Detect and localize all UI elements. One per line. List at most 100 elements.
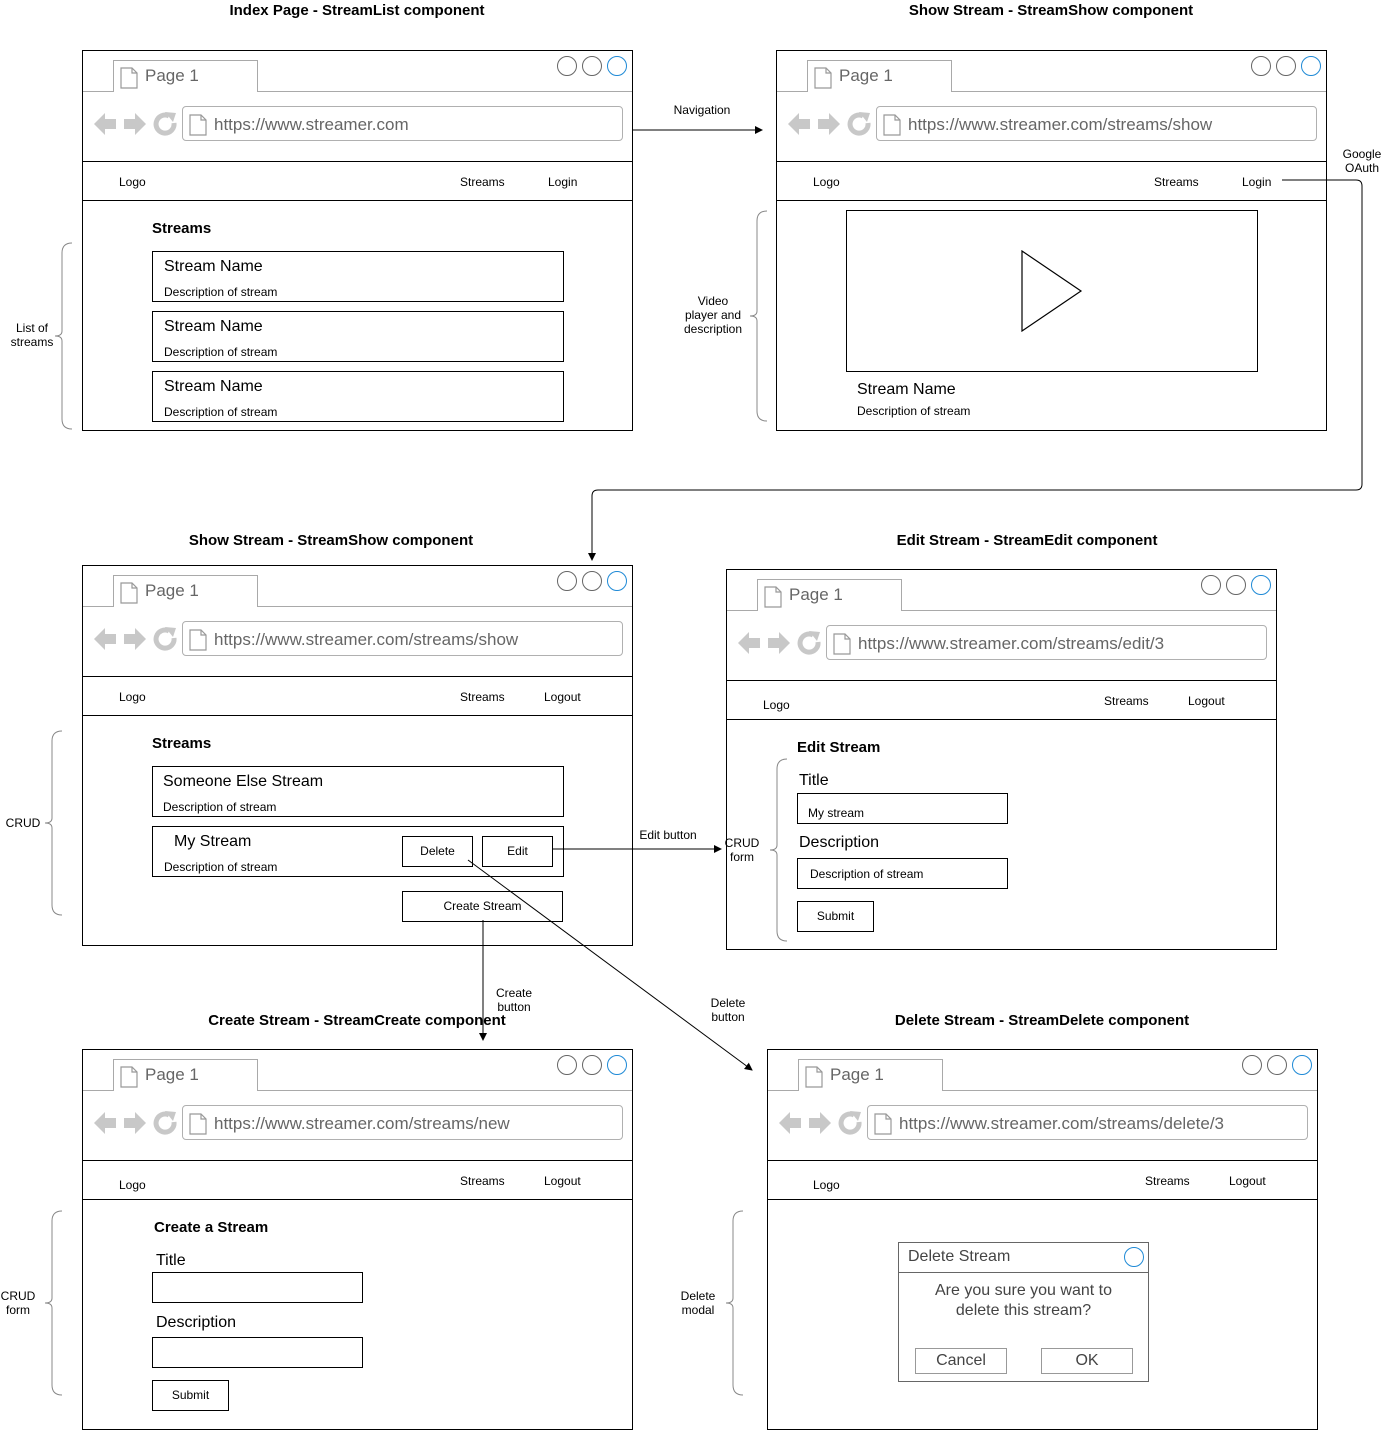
url-text: https://www.streamer.com/streams/delete/… <box>899 1114 1225 1133</box>
logo[interactable]: Logo <box>119 690 146 704</box>
edit-button-label: Edit button <box>639 828 697 842</box>
edit-button[interactable]: Edit <box>482 836 553 867</box>
stream-list-item[interactable]: Stream Name Description of stream <box>152 251 564 302</box>
play-icon[interactable] <box>1021 250 1083 332</box>
nav-login-link[interactable]: Login <box>1242 175 1271 189</box>
refresh-icon[interactable] <box>153 1111 177 1135</box>
close-icon[interactable] <box>607 571 627 591</box>
forward-arrow-icon[interactable] <box>768 632 790 654</box>
stream-description: Description of stream <box>164 860 278 874</box>
address-bar[interactable]: https://www.streamer.com/streams/show <box>182 621 623 656</box>
close-icon[interactable] <box>607 1055 627 1075</box>
nav-login-link[interactable]: Login <box>548 175 577 189</box>
back-arrow-icon[interactable] <box>788 113 810 135</box>
close-icon[interactable] <box>607 56 627 76</box>
logo[interactable]: Logo <box>119 1178 146 1192</box>
index-browser-window: Page 1 https://www.streamer.com Logo Str… <box>82 50 633 431</box>
back-arrow-icon[interactable] <box>738 632 760 654</box>
nav-logout-link[interactable]: Logout <box>544 690 581 704</box>
browser-tab[interactable]: Page 1 <box>113 1059 258 1091</box>
close-icon[interactable] <box>1301 56 1321 76</box>
forward-arrow-icon[interactable] <box>124 628 146 650</box>
nav-logout-link[interactable]: Logout <box>1188 694 1225 708</box>
minimize-icon[interactable] <box>1242 1055 1262 1075</box>
browser-tab[interactable]: Page 1 <box>113 575 258 607</box>
nav-streams-link[interactable]: Streams <box>1104 694 1149 708</box>
modal-close-icon[interactable] <box>1124 1247 1144 1267</box>
maximize-icon[interactable] <box>582 1055 602 1075</box>
tab-label: Page 1 <box>839 66 893 85</box>
maximize-icon[interactable] <box>1226 575 1246 595</box>
nav-streams-link[interactable]: Streams <box>1154 175 1199 189</box>
address-bar[interactable]: https://www.streamer.com/streams/delete/… <box>867 1105 1308 1140</box>
page-icon <box>814 67 832 89</box>
browser-tab[interactable]: Page 1 <box>798 1059 943 1091</box>
stream-list-item[interactable]: Someone Else Stream Description of strea… <box>152 766 564 817</box>
logo[interactable]: Logo <box>813 1178 840 1192</box>
title-input[interactable] <box>152 1272 363 1303</box>
page-icon <box>120 582 138 604</box>
minimize-icon[interactable] <box>557 1055 577 1075</box>
show-stream-title: Show Stream - StreamShow component <box>908 2 1194 19</box>
back-arrow-icon[interactable] <box>94 628 116 650</box>
nav-logout-link[interactable]: Logout <box>544 1174 581 1188</box>
close-icon[interactable] <box>1251 575 1271 595</box>
logo[interactable]: Logo <box>763 698 790 712</box>
logo[interactable]: Logo <box>813 175 840 189</box>
stream-list-item[interactable]: Stream Name Description of stream <box>152 311 564 362</box>
nav-streams-link[interactable]: Streams <box>460 690 505 704</box>
delete-button[interactable]: Delete <box>402 836 473 867</box>
address-bar[interactable]: https://www.streamer.com/streams/new <box>182 1105 623 1140</box>
logo[interactable]: Logo <box>119 175 146 189</box>
forward-arrow-icon[interactable] <box>124 1112 146 1134</box>
nav-logout-link[interactable]: Logout <box>1229 1174 1266 1188</box>
refresh-icon[interactable] <box>847 112 871 136</box>
back-arrow-icon[interactable] <box>779 1112 801 1134</box>
streams-heading: Streams <box>152 735 212 752</box>
title-input[interactable]: My stream <box>797 793 1008 824</box>
stream-description: Description of stream <box>164 345 278 359</box>
close-icon[interactable] <box>1292 1055 1312 1075</box>
nav-streams-link[interactable]: Streams <box>460 175 505 189</box>
nav-streams-link[interactable]: Streams <box>1145 1174 1190 1188</box>
submit-button[interactable]: Submit <box>152 1380 229 1411</box>
ok-button[interactable]: OK <box>1041 1348 1133 1374</box>
description-label: Description <box>799 834 880 851</box>
browser-tab[interactable]: Page 1 <box>807 60 952 92</box>
refresh-icon[interactable] <box>153 627 177 651</box>
forward-arrow-icon[interactable] <box>809 1112 831 1134</box>
maximize-icon[interactable] <box>1276 56 1296 76</box>
address-bar[interactable]: https://www.streamer.com/streams/show <box>876 106 1317 141</box>
maximize-icon[interactable] <box>582 571 602 591</box>
cancel-button[interactable]: Cancel <box>915 1348 1007 1374</box>
address-bar[interactable]: https://www.streamer.com <box>182 106 623 141</box>
description-input[interactable]: Description of stream <box>797 858 1008 889</box>
page-icon <box>120 1066 138 1088</box>
modal-message: Are you sure you want to delete this str… <box>899 1281 1148 1321</box>
minimize-icon[interactable] <box>557 571 577 591</box>
modal-message-line1: Are you sure you want to <box>935 1282 1112 1299</box>
create-stream-button[interactable]: Create Stream <box>402 891 563 922</box>
browser-tab[interactable]: Page 1 <box>113 60 258 92</box>
show-stream-auth-title: Show Stream - StreamShow component <box>188 532 474 549</box>
forward-arrow-icon[interactable] <box>818 113 840 135</box>
nav-streams-link[interactable]: Streams <box>460 1174 505 1188</box>
back-arrow-icon[interactable] <box>94 1112 116 1134</box>
maximize-icon[interactable] <box>1267 1055 1287 1075</box>
browser-tab[interactable]: Page 1 <box>757 579 902 611</box>
description-input[interactable] <box>152 1337 363 1368</box>
minimize-icon[interactable] <box>1251 56 1271 76</box>
refresh-icon[interactable] <box>838 1111 862 1135</box>
submit-button[interactable]: Submit <box>797 901 874 932</box>
video-player[interactable] <box>846 210 1258 372</box>
minimize-icon[interactable] <box>557 56 577 76</box>
back-arrow-icon[interactable] <box>94 113 116 135</box>
maximize-icon[interactable] <box>582 56 602 76</box>
refresh-icon[interactable] <box>797 631 821 655</box>
refresh-icon[interactable] <box>153 112 177 136</box>
page-icon <box>189 114 207 136</box>
stream-list-item[interactable]: Stream Name Description of stream <box>152 371 564 422</box>
address-bar[interactable]: https://www.streamer.com/streams/edit/3 <box>826 625 1267 660</box>
forward-arrow-icon[interactable] <box>124 113 146 135</box>
minimize-icon[interactable] <box>1201 575 1221 595</box>
